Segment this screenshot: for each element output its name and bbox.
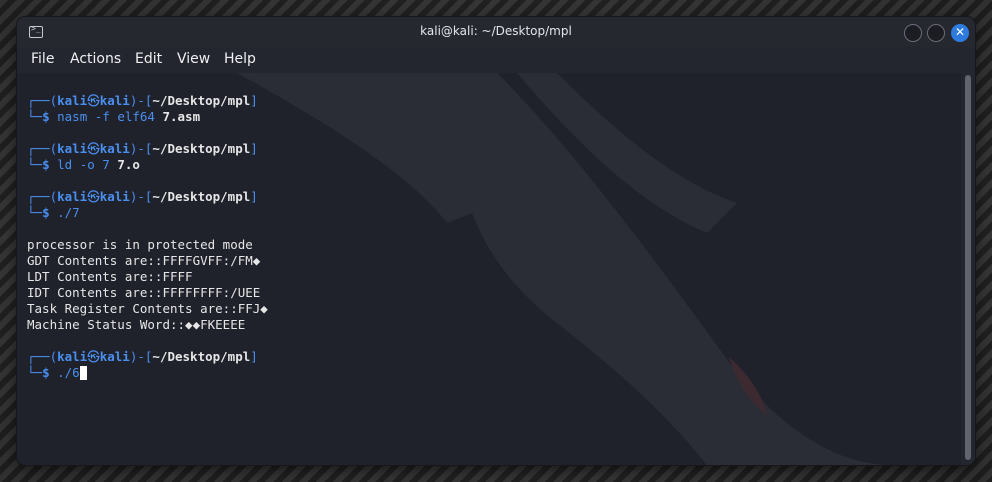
vertical-scrollbar[interactable] <box>961 73 975 465</box>
output-line: IDT Contents are::FFFFFFFF:/UEE <box>27 285 261 300</box>
prompt-line: ┌──(kali㉿kali)-[~/Desktop/mpl] <box>27 141 258 156</box>
terminal-window: >_ kali@kali: ~/Desktop/mpl ✕ File Actio… <box>17 17 975 465</box>
menu-view[interactable]: View <box>177 51 210 67</box>
window-title: kali@kali: ~/Desktop/mpl <box>420 24 572 38</box>
text-cursor <box>79 366 87 380</box>
title-bar[interactable]: >_ kali@kali: ~/Desktop/mpl ✕ <box>17 17 975 47</box>
output-line: Machine Status Word::◆◆FKEEEE <box>27 317 246 332</box>
menu-file[interactable]: File <box>31 51 54 67</box>
menu-help[interactable]: Help <box>224 51 256 67</box>
prompt-line: ┌──(kali㉿kali)-[~/Desktop/mpl] <box>27 189 258 204</box>
close-icon: ✕ <box>954 25 966 39</box>
prompt-line: ┌──(kali㉿kali)-[~/Desktop/mpl] <box>27 349 258 364</box>
command-line: └─$ ld -o 7 7.o <box>27 157 140 172</box>
menu-edit[interactable]: Edit <box>135 51 162 67</box>
command-line: └─$ nasm -f elf64 7.asm <box>27 109 201 124</box>
terminal-output-area[interactable]: ┌──(kali㉿kali)-[~/Desktop/mpl] └─$ nasm … <box>17 73 961 465</box>
prompt-line: ┌──(kali㉿kali)-[~/Desktop/mpl] <box>27 93 258 108</box>
output-line: Task Register Contents are::FFJ◆ <box>27 301 268 316</box>
menu-actions[interactable]: Actions <box>70 51 121 67</box>
command-line-active[interactable]: └─$ ./6 <box>27 365 268 381</box>
output-line: LDT Contents are::FFFF <box>27 269 193 284</box>
output-line: processor is in protected mode <box>27 237 253 252</box>
output-line: GDT Contents are::FFFFGVFF:/FM◆ <box>27 253 261 268</box>
close-button[interactable]: ✕ <box>951 24 969 42</box>
maximize-button[interactable] <box>927 24 945 42</box>
scrollbar-thumb[interactable] <box>965 75 971 460</box>
menu-bar: File Actions Edit View Help <box>17 47 975 73</box>
command-line: └─$ ./7 <box>27 205 80 220</box>
minimize-button[interactable] <box>904 24 922 42</box>
